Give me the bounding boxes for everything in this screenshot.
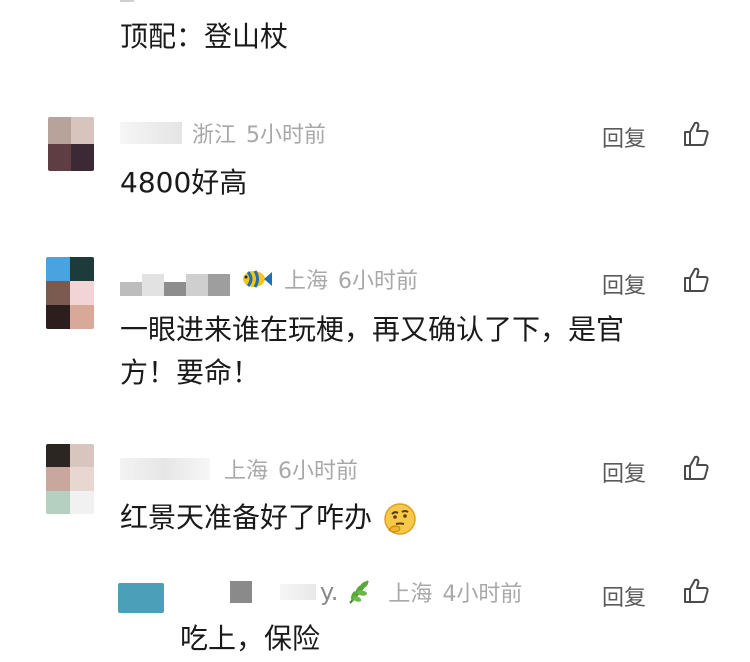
thinking-face-icon (384, 503, 416, 535)
comment-text: 吃上，保险 (180, 622, 321, 655)
avatar[interactable] (118, 583, 164, 613)
comment-meta: y. 上海 4小时前 (230, 575, 522, 609)
comment-text-content: 红景天准备好了咋办 (120, 501, 373, 534)
avatar[interactable] (48, 117, 94, 171)
username-blurred[interactable] (230, 581, 316, 603)
username-tail: y. (320, 578, 339, 606)
timestamp: 5小时前 (246, 123, 327, 148)
location: 上海 (284, 269, 329, 294)
reply-button[interactable]: 回复 (602, 121, 646, 153)
avatar[interactable] (46, 444, 94, 514)
avatar[interactable] (48, 0, 94, 20)
reply-button[interactable]: 回复 (602, 580, 646, 612)
username-blurred[interactable] (120, 262, 230, 296)
thumbs-up-icon[interactable] (682, 454, 710, 482)
fish-icon (243, 270, 272, 288)
location: 上海 (224, 459, 269, 484)
comment-text-line-2: 方！要命！ (120, 356, 261, 389)
comment-text: 顶配：登山杖 (120, 20, 289, 53)
comment-list: 顶配：登山杖 浙江 5小时前 回复 4800好高 上海 6小时前 回复 一眼进来… (0, 0, 750, 662)
timestamp: 4小时前 (442, 582, 523, 607)
leaf-sprig-icon (349, 580, 370, 604)
timestamp: 6小时前 (338, 269, 419, 294)
thumbs-up-icon[interactable] (682, 120, 710, 148)
comment-text: 4800好高 (120, 166, 248, 199)
location: 上海 (388, 582, 433, 607)
comment-meta: 上海 6小时前 (120, 262, 418, 296)
comment-text-line-1: 一眼进来谁在玩梗，再又确认了下，是官 (120, 313, 625, 346)
comment-meta: 上海 6小时前 (120, 452, 358, 486)
location: 浙江 (192, 123, 237, 148)
timestamp: 6小时前 (278, 459, 359, 484)
username-blurred (120, 0, 134, 2)
comment-text: 红景天准备好了咋办 (120, 495, 417, 541)
avatar[interactable] (46, 257, 94, 329)
username-blurred[interactable] (120, 458, 210, 480)
thumbs-up-icon[interactable] (682, 266, 710, 294)
thumbs-up-icon[interactable] (682, 577, 710, 605)
reply-button[interactable]: 回复 (602, 268, 646, 300)
username-blurred[interactable] (120, 122, 182, 144)
comment-meta: 浙江 5小时前 (120, 116, 326, 150)
reply-button[interactable]: 回复 (602, 456, 646, 488)
